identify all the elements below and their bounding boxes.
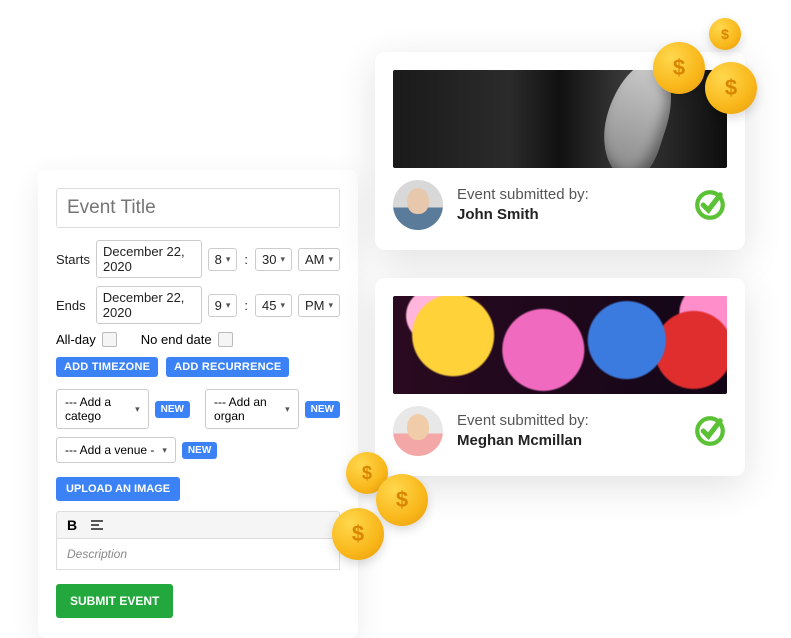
submitter-info: Event submitted by: Meghan Mcmillan	[457, 411, 679, 452]
coin-icon: $	[653, 42, 705, 94]
time-colon: :	[243, 252, 249, 267]
submitter-name: John Smith	[457, 205, 679, 225]
submitter-info: Event submitted by: John Smith	[457, 185, 679, 226]
event-card: Event submitted by: Meghan Mcmillan	[375, 278, 745, 476]
noend-checkbox[interactable]	[218, 332, 233, 347]
timezone-recurrence-row: ADD TIMEZONE ADD RECURRENCE	[56, 357, 340, 377]
new-venue-button[interactable]: NEW	[182, 442, 217, 459]
submitter-name: Meghan Mcmillan	[457, 431, 679, 451]
ends-label: Ends	[56, 298, 90, 313]
event-form-panel: Starts December 22, 2020 8▾ : 30▾ AM▾ En…	[38, 170, 358, 638]
avatar	[393, 180, 443, 230]
editor-toolbar: B	[56, 511, 340, 539]
coin-icon: $	[332, 508, 384, 560]
start-date-picker[interactable]: December 22, 2020	[96, 240, 202, 278]
approved-check-icon	[693, 414, 727, 448]
organizer-select[interactable]: --- Add an organ▾	[205, 389, 299, 429]
allday-noend-row: All-day No end date	[56, 332, 340, 347]
add-recurrence-button[interactable]: ADD RECURRENCE	[166, 357, 289, 377]
event-image	[393, 296, 727, 394]
chevron-down-icon: ▾	[285, 404, 290, 415]
chevron-down-icon: ▾	[226, 254, 231, 265]
end-ampm-select[interactable]: PM▾	[298, 294, 340, 317]
start-ampm-select[interactable]: AM▾	[298, 248, 340, 271]
venue-row: --- Add a venue -▾ NEW	[56, 437, 340, 463]
upload-image-button[interactable]: UPLOAD AN IMAGE	[56, 477, 180, 501]
submitted-by-label: Event submitted by:	[457, 185, 679, 205]
bold-button[interactable]: B	[67, 517, 77, 533]
chevron-down-icon: ▾	[226, 300, 231, 311]
coin-icon: $	[709, 18, 741, 50]
category-select[interactable]: --- Add a catego▾	[56, 389, 149, 429]
card-info-row: Event submitted by: John Smith	[375, 180, 745, 250]
coin-icon: $	[376, 474, 428, 526]
allday-label: All-day	[56, 332, 96, 347]
chevron-down-icon: ▾	[162, 445, 167, 456]
add-timezone-button[interactable]: ADD TIMEZONE	[56, 357, 158, 377]
new-organizer-button[interactable]: NEW	[305, 401, 340, 418]
end-hour-select[interactable]: 9▾	[208, 294, 238, 317]
category-organizer-row: --- Add a catego▾ NEW --- Add an organ▾ …	[56, 389, 340, 429]
noend-label: No end date	[141, 332, 212, 347]
starts-row: Starts December 22, 2020 8▾ : 30▾ AM▾	[56, 240, 340, 278]
start-min-select[interactable]: 30▾	[255, 248, 292, 271]
coins-decoration-bottom: $ $ $	[332, 452, 452, 572]
coins-decoration-top: $ $ $	[653, 18, 773, 118]
align-button[interactable]	[91, 520, 103, 530]
new-category-button[interactable]: NEW	[155, 401, 190, 418]
avatar	[393, 406, 443, 456]
end-date-picker[interactable]: December 22, 2020	[96, 286, 202, 324]
allday-checkbox[interactable]	[102, 332, 117, 347]
chevron-down-icon: ▾	[135, 404, 140, 415]
time-colon: :	[243, 298, 249, 313]
description-textarea[interactable]: Description	[56, 539, 340, 570]
starts-label: Starts	[56, 252, 90, 267]
end-min-select[interactable]: 45▾	[255, 294, 292, 317]
submitted-by-label: Event submitted by:	[457, 411, 679, 431]
venue-select[interactable]: --- Add a venue -▾	[56, 437, 176, 463]
coin-icon: $	[705, 62, 757, 114]
chevron-down-icon: ▾	[280, 300, 285, 311]
chevron-down-icon: ▾	[328, 300, 333, 311]
submit-event-button[interactable]: SUBMIT EVENT	[56, 584, 173, 618]
start-hour-select[interactable]: 8▾	[208, 248, 238, 271]
event-title-input[interactable]	[56, 188, 340, 228]
ends-row: Ends December 22, 2020 9▾ : 45▾ PM▾	[56, 286, 340, 324]
chevron-down-icon: ▾	[280, 254, 285, 265]
chevron-down-icon: ▾	[328, 254, 333, 265]
approved-check-icon	[693, 188, 727, 222]
